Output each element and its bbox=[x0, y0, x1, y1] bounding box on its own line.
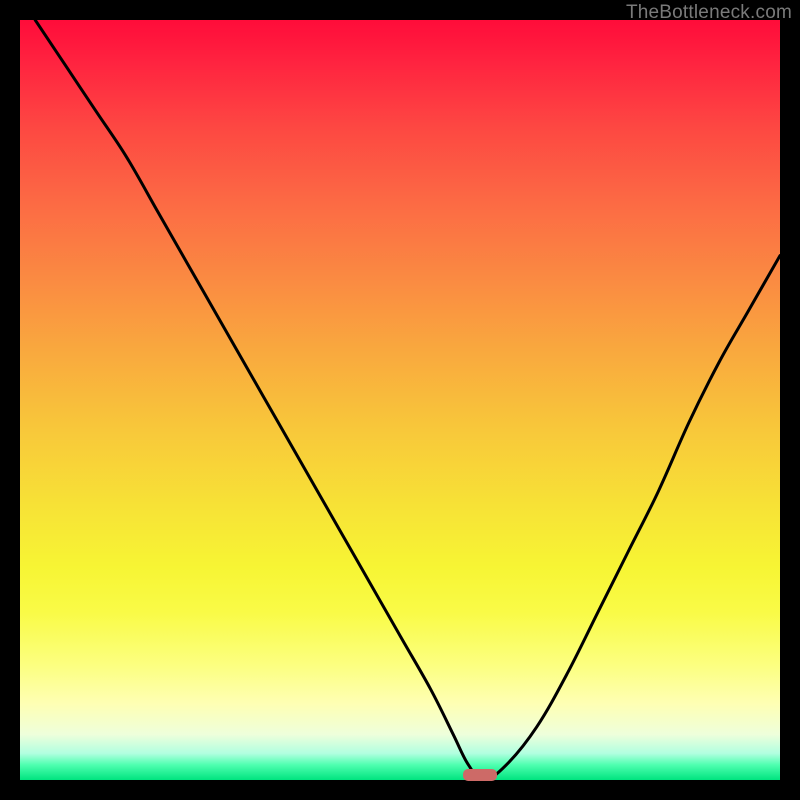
plot-area bbox=[20, 20, 780, 780]
chart-frame: TheBottleneck.com bbox=[0, 0, 800, 800]
optimal-marker bbox=[463, 769, 497, 781]
bottleneck-curve bbox=[20, 20, 780, 780]
